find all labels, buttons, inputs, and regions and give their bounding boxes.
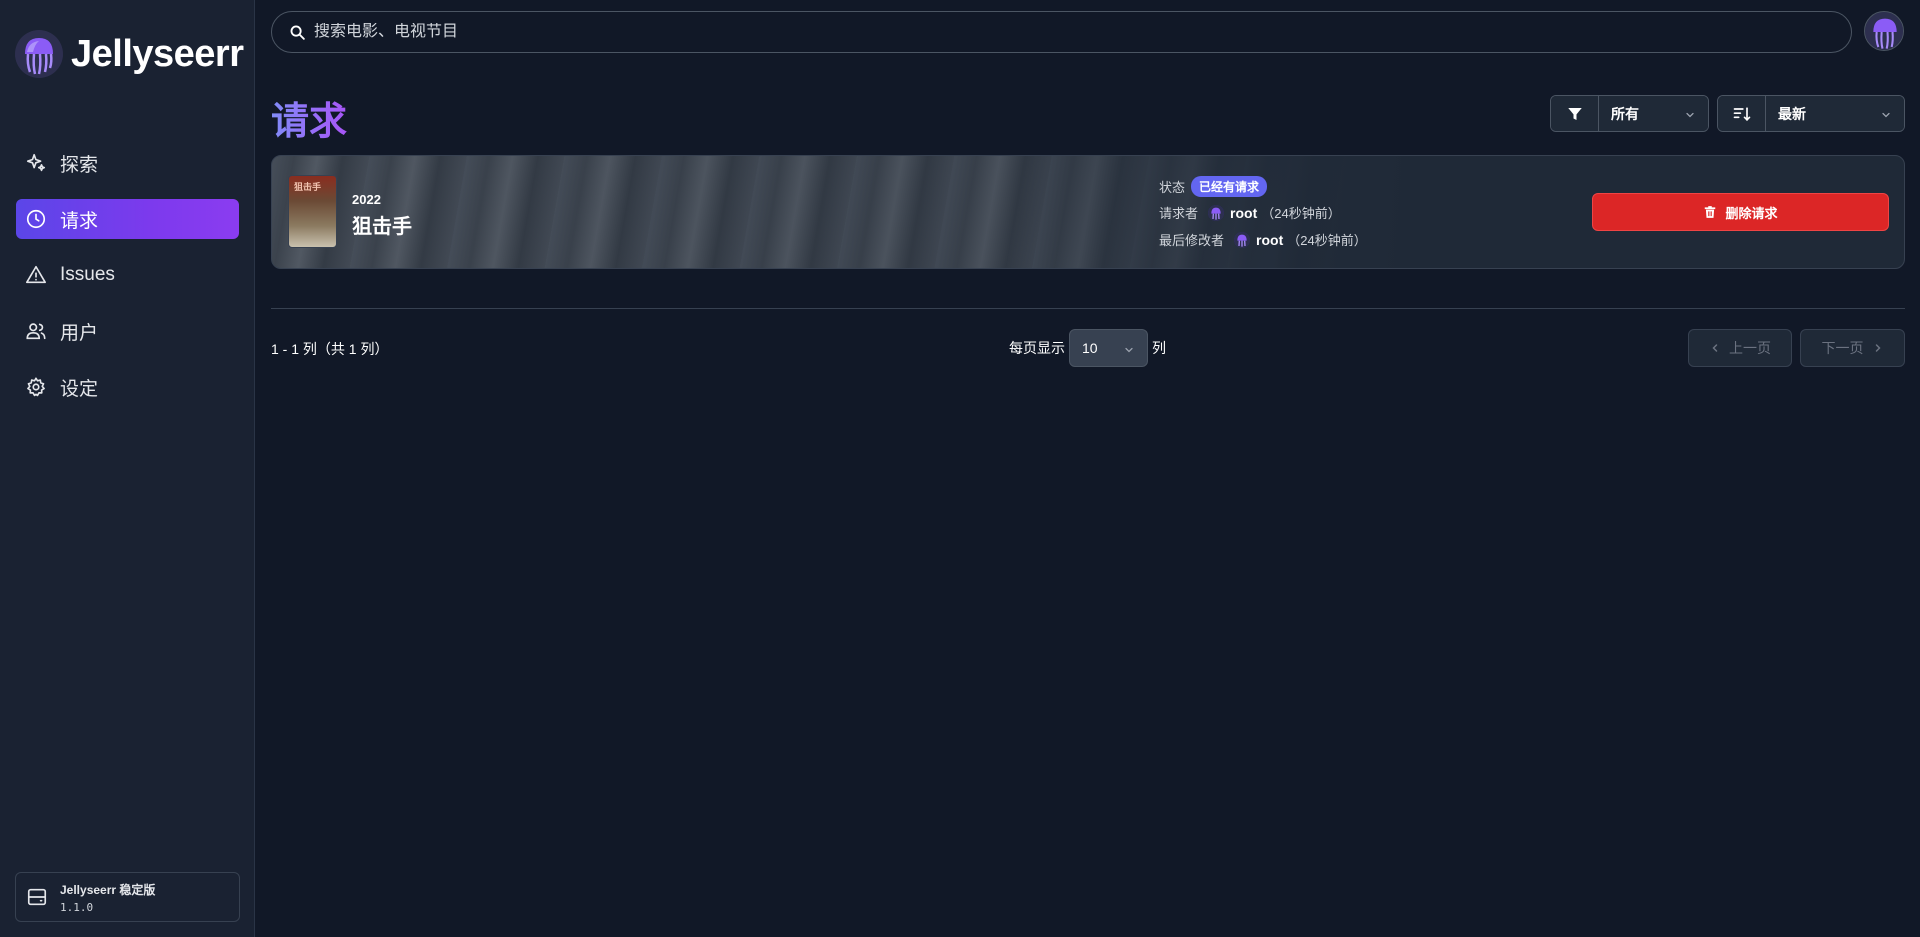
previous-page-button[interactable]: 上一页 bbox=[1688, 329, 1792, 367]
server-icon bbox=[26, 886, 48, 908]
sort-value: 最新 bbox=[1778, 105, 1806, 122]
chevron-down-icon bbox=[1123, 343, 1135, 359]
sidebar-item-discover[interactable]: 探索 bbox=[16, 143, 239, 183]
sparkles-icon bbox=[25, 152, 47, 174]
search-input[interactable] bbox=[314, 23, 1714, 41]
search-icon bbox=[289, 24, 306, 41]
sidebar-item-label: 请求 bbox=[60, 210, 99, 232]
users-icon bbox=[25, 320, 47, 342]
search-bar[interactable] bbox=[271, 11, 1852, 53]
next-page-button[interactable]: 下一页 bbox=[1800, 329, 1905, 367]
per-page-value: 10 bbox=[1082, 340, 1098, 356]
previous-page-label: 上一页 bbox=[1729, 340, 1771, 356]
request-year: 2022 bbox=[352, 192, 381, 207]
next-page-label: 下一页 bbox=[1821, 340, 1864, 356]
requester-time: （24秒钟前） bbox=[1261, 206, 1341, 221]
poster-title: 狙击手 bbox=[294, 182, 322, 192]
sidebar-item-label: 设定 bbox=[60, 378, 99, 400]
sidebar-item-users[interactable]: 用户 bbox=[16, 311, 239, 351]
divider bbox=[271, 308, 1905, 309]
requester-row: 请求者 root （24秒钟前） bbox=[1159, 203, 1341, 222]
per-page-select[interactable]: 10 bbox=[1069, 329, 1148, 367]
user-avatar[interactable] bbox=[1864, 11, 1904, 51]
version-info[interactable]: Jellyseerr 稳定版 1.1.0 bbox=[15, 872, 240, 922]
brand-name: Jellyseerr bbox=[71, 32, 244, 75]
sidebar: Jellyseerr 探索 请求 Issues 用户 设定 Jellyseerr… bbox=[0, 0, 255, 937]
modifier-time: （24秒钟前） bbox=[1287, 233, 1367, 248]
modifier-row: 最后修改者 root （24秒钟前） bbox=[1159, 230, 1367, 249]
delete-request-label: 删除请求 bbox=[1725, 205, 1778, 221]
poster-image[interactable]: 狙击手 bbox=[288, 175, 337, 248]
avatar[interactable] bbox=[1208, 204, 1225, 221]
sort-select[interactable]: 最新 bbox=[1717, 95, 1905, 132]
gear-icon bbox=[25, 376, 47, 398]
version-label: Jellyseerr 稳定版 bbox=[60, 882, 156, 897]
per-page-suffix: 列 bbox=[1152, 340, 1166, 356]
per-page-control: 每页显示 10 列 bbox=[1009, 329, 1166, 367]
trash-icon bbox=[1703, 205, 1717, 219]
chevron-right-icon bbox=[1872, 342, 1884, 354]
brand[interactable]: Jellyseerr bbox=[15, 30, 244, 78]
request-title[interactable]: 狙击手 bbox=[352, 210, 412, 239]
sort-icon bbox=[1718, 96, 1766, 131]
jellyfish-logo-icon bbox=[15, 30, 63, 78]
status-label: 状态 bbox=[1159, 180, 1186, 195]
sidebar-item-label: 用户 bbox=[60, 322, 99, 344]
status-badge: 已经有请求 bbox=[1191, 176, 1268, 197]
filter-select[interactable]: 所有 bbox=[1550, 95, 1709, 132]
sidebar-item-label: 探索 bbox=[60, 154, 99, 176]
avatar[interactable] bbox=[1234, 231, 1251, 248]
request-card: 狙击手 2022 狙击手 状态 已经有请求 请求者 root （24秒钟前） 最… bbox=[271, 155, 1905, 269]
sidebar-nav: 探索 请求 Issues 用户 设定 bbox=[16, 143, 239, 423]
requester-name[interactable]: root bbox=[1230, 205, 1257, 221]
filter-value: 所有 bbox=[1611, 105, 1639, 122]
sidebar-item-label: Issues bbox=[60, 264, 115, 285]
sidebar-item-requests[interactable]: 请求 bbox=[16, 199, 239, 239]
per-page-label: 每页显示 bbox=[1009, 340, 1065, 356]
results-range: 1 - 1 列（共 1 列） bbox=[271, 341, 389, 357]
chevron-down-icon bbox=[1684, 108, 1696, 124]
requester-label: 请求者 bbox=[1159, 206, 1199, 221]
status-row: 状态 已经有请求 bbox=[1159, 176, 1268, 197]
delete-request-button[interactable]: 删除请求 bbox=[1592, 193, 1889, 231]
warning-icon bbox=[25, 264, 47, 286]
version-number: 1.1.0 bbox=[60, 900, 94, 914]
chevron-down-icon bbox=[1880, 108, 1892, 124]
clock-icon bbox=[25, 208, 47, 230]
page-title: 请求 bbox=[271, 90, 347, 145]
modifier-name[interactable]: root bbox=[1256, 232, 1283, 248]
modifier-label: 最后修改者 bbox=[1159, 233, 1225, 248]
sidebar-item-issues[interactable]: Issues bbox=[16, 255, 239, 295]
sidebar-item-settings[interactable]: 设定 bbox=[16, 367, 239, 407]
filter-icon bbox=[1551, 96, 1599, 131]
chevron-left-icon bbox=[1709, 342, 1721, 354]
